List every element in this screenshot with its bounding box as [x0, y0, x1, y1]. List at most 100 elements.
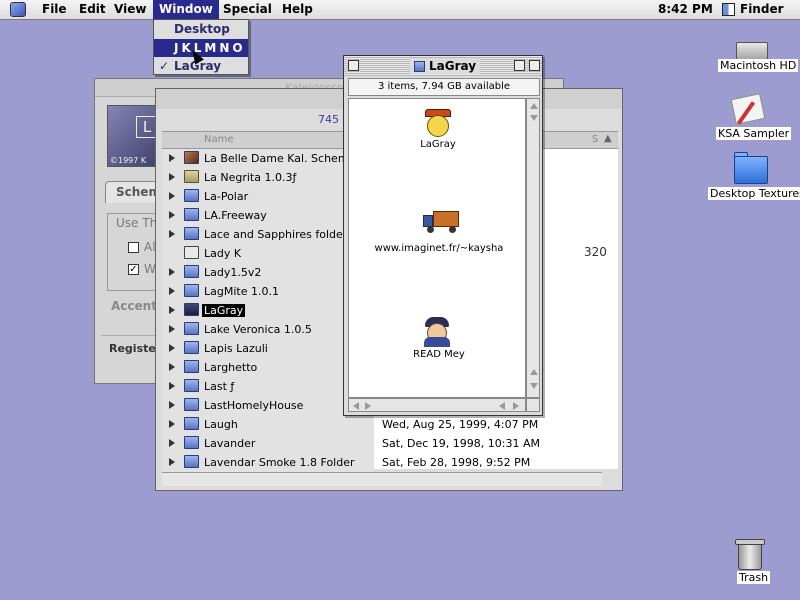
register-button-label: Register: [109, 342, 162, 355]
scroll-down-icon[interactable]: [530, 115, 538, 121]
selected-item-name: LaGray: [202, 304, 246, 317]
disclosure-triangle-icon[interactable]: [169, 268, 175, 276]
scroll-right-icon[interactable]: [365, 402, 371, 410]
wheel-icon: [427, 226, 434, 233]
folder-icon: [184, 227, 199, 240]
icon-label-readme[interactable]: READ Mey: [413, 349, 465, 360]
scroll-down-icon[interactable]: [530, 383, 538, 389]
menu-special[interactable]: Special: [217, 0, 278, 19]
checkbox-all[interactable]: [128, 242, 139, 253]
kaleidoscope-copyright: ©1997 K: [110, 156, 147, 165]
disclosure-triangle-icon[interactable]: [169, 325, 175, 333]
disclosure-triangle-icon[interactable]: [169, 154, 175, 162]
checkmark-icon: ✓: [159, 59, 170, 73]
folder-icon: [184, 360, 199, 373]
list-item[interactable]: Laugh Wed, Aug 25, 1999, 4:07 PM: [162, 415, 618, 434]
disclosure-triangle-icon[interactable]: [169, 401, 175, 409]
wheel-icon: [449, 226, 456, 233]
scroll-right-icon[interactable]: [513, 402, 519, 410]
menu-window[interactable]: Window: [153, 0, 219, 19]
application-menu[interactable]: Finder: [734, 0, 790, 19]
checkbox-w[interactable]: ✓: [128, 264, 139, 275]
menu-view[interactable]: View: [108, 0, 152, 19]
accent-label: Accent: [111, 299, 157, 313]
icon-label-lagray[interactable]: LaGray: [420, 139, 456, 150]
lagray-title-bar[interactable]: LaGray: [344, 56, 542, 76]
lagray-icon-view: LaGray www.imaginet.fr/~kaysha READ Mey: [348, 98, 526, 398]
folder-icon: [184, 398, 199, 411]
scroll-left-icon[interactable]: [499, 402, 505, 410]
lagray-folder-window[interactable]: LaGray 3 items, 7.94 GB available LaGray…: [343, 55, 543, 416]
folder-icon: [184, 284, 199, 297]
file-icon: [184, 151, 199, 164]
desktop-label-trash[interactable]: Trash: [737, 571, 771, 584]
disclosure-triangle-icon[interactable]: [169, 439, 175, 447]
lagray-title-wrap: LaGray: [410, 58, 481, 74]
disclosure-triangle-icon[interactable]: [169, 344, 175, 352]
register-button[interactable]: Register: [101, 335, 161, 361]
disclosure-triangle-icon[interactable]: [169, 287, 175, 295]
disclosure-triangle-icon[interactable]: [169, 382, 175, 390]
menu-edit[interactable]: Edit: [73, 0, 112, 19]
desktop-textures-folder-icon[interactable]: [734, 156, 768, 184]
disclosure-triangle-icon[interactable]: [169, 230, 175, 238]
menu-file[interactable]: File: [36, 0, 73, 19]
date-modified: Sat, Dec 19, 1998, 10:31 AM: [382, 437, 541, 450]
lagray-summary: 3 items, 7.94 GB available: [377, 81, 511, 92]
lagray-window-info: 3 items, 7.94 GB available: [348, 78, 540, 96]
horizontal-scrollbar[interactable]: [348, 398, 526, 412]
zoom-box-icon[interactable]: [514, 60, 525, 71]
document-icon: [184, 246, 199, 259]
folder-icon: [184, 322, 199, 335]
lagray-window-title: LaGray: [429, 59, 477, 73]
apple-menu-icon[interactable]: [10, 2, 26, 17]
disclosure-triangle-icon[interactable]: [169, 306, 175, 314]
hard-disk-icon[interactable]: [736, 42, 768, 60]
disclosure-triangle-icon[interactable]: [169, 420, 175, 428]
folder-icon: [184, 303, 199, 316]
date-modified: Sat, Feb 28, 1998, 9:52 PM: [382, 456, 531, 469]
resize-grip-icon[interactable]: [526, 398, 540, 412]
lagray-homer-icon[interactable]: [427, 115, 449, 137]
desktop-label-ksa-sampler[interactable]: KSA Sampler: [716, 127, 792, 140]
collapse-box-icon[interactable]: [529, 60, 540, 71]
folder-icon: [184, 170, 199, 183]
internet-location-icon[interactable]: [433, 211, 459, 227]
menubar-clock[interactable]: 8:42 PM: [652, 0, 719, 19]
folder-title-icon: [414, 61, 425, 72]
folder-icon: [184, 417, 199, 430]
window-menu-item-desktop[interactable]: Desktop: [154, 20, 248, 38]
person-body-icon: [424, 337, 450, 347]
folder-icon: [184, 436, 199, 449]
folder-icon: [184, 189, 199, 202]
size-value: 320: [584, 245, 607, 259]
disclosure-triangle-icon[interactable]: [169, 192, 175, 200]
disclosure-triangle-icon[interactable]: [169, 458, 175, 466]
icon-label-url[interactable]: www.imaginet.fr/~kaysha: [375, 243, 504, 254]
vertical-scrollbar[interactable]: [526, 98, 540, 398]
column-header-name[interactable]: Name: [204, 134, 234, 145]
scroll-up-icon[interactable]: [530, 369, 538, 375]
scroll-left-icon[interactable]: [353, 402, 359, 410]
scroll-up-icon[interactable]: [530, 103, 538, 109]
disclosure-triangle-icon[interactable]: [169, 173, 175, 181]
trash-icon[interactable]: [738, 544, 762, 570]
checkbox-all-label: Al: [144, 240, 156, 254]
desktop-label-macintosh-hd[interactable]: Macintosh HD: [718, 59, 799, 72]
disclosure-triangle-icon[interactable]: [169, 363, 175, 371]
folder-icon: [184, 379, 199, 392]
list-item[interactable]: Lavander Sat, Dec 19, 1998, 10:31 AM: [162, 434, 618, 453]
column-header-size[interactable]: S: [592, 134, 598, 145]
menu-bar: File Edit View Window Special Help 8:42 …: [0, 0, 800, 20]
list-item[interactable]: Lavendar Smoke 1.8 Folder Sat, Feb 28, 19…: [162, 453, 618, 472]
list-window-horizontal-scrollbar[interactable]: [162, 472, 602, 486]
desktop-label-desktop-textures[interactable]: Desktop Textures: [708, 187, 800, 200]
disclosure-triangle-icon[interactable]: [169, 211, 175, 219]
close-box-icon[interactable]: [348, 60, 359, 71]
folder-icon: [184, 455, 199, 468]
sort-order-icon[interactable]: ▲: [604, 133, 612, 144]
window-menu-dropdown: Desktop JKLMNO ✓ LaGray: [153, 19, 249, 75]
list-window-item-count: 745 i: [318, 113, 346, 126]
menu-help[interactable]: Help: [276, 0, 319, 19]
use-theme-label: Use Th: [116, 216, 158, 230]
